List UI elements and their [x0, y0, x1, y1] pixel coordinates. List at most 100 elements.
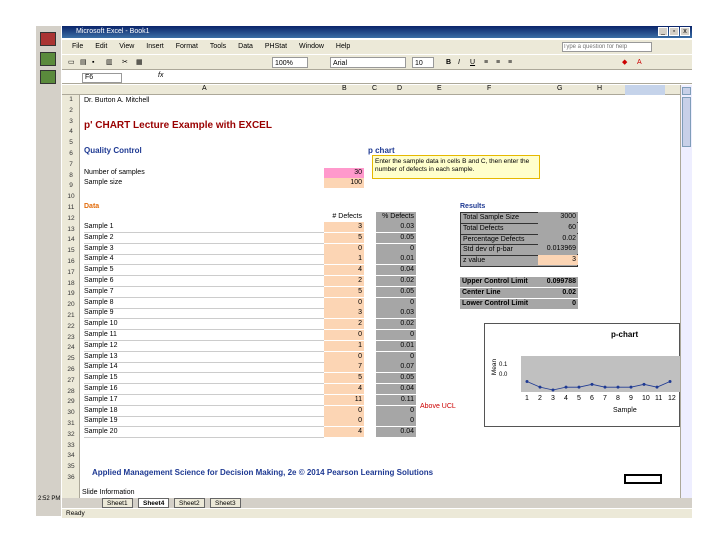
row-header[interactable]: 18: [62, 280, 80, 287]
sample-name-cell[interactable]: Sample 8: [84, 298, 324, 309]
active-cell[interactable]: [624, 474, 662, 484]
menu-phstat[interactable]: PHStat: [265, 43, 287, 50]
row-header[interactable]: 17: [62, 269, 80, 276]
sample-fraction-cell[interactable]: 0.07: [376, 362, 416, 373]
sample-name-cell[interactable]: Sample 17: [84, 395, 324, 406]
menu-file[interactable]: File: [72, 43, 83, 50]
sample-name-cell[interactable]: Sample 9: [84, 308, 324, 320]
sample-defects-cell[interactable]: 11: [324, 394, 364, 405]
sample-name-cell[interactable]: Sample 18: [84, 406, 324, 417]
menu-insert[interactable]: Insert: [146, 43, 164, 50]
sample-name-cell[interactable]: Sample 2: [84, 233, 324, 244]
sample-defects-cell[interactable]: 0: [324, 243, 364, 254]
row-header[interactable]: 24: [62, 344, 80, 351]
sample-defects-cell[interactable]: 1: [324, 340, 364, 351]
row-header[interactable]: 13: [62, 226, 80, 233]
sample-defects-cell[interactable]: 5: [324, 373, 364, 384]
row-header[interactable]: 3: [62, 118, 80, 125]
sample-defects-cell[interactable]: 2: [324, 319, 364, 330]
bold-button[interactable]: B: [446, 57, 451, 68]
row-header[interactable]: 7: [62, 161, 80, 168]
name-box[interactable]: F6: [82, 73, 122, 83]
sample-name-cell[interactable]: Sample 19: [84, 416, 324, 428]
row-header[interactable]: 11: [62, 204, 80, 211]
section-label[interactable]: Quality Control: [84, 146, 142, 156]
limit-value-cell[interactable]: 0.02: [538, 287, 578, 298]
help-search-input[interactable]: [562, 42, 652, 52]
row-header[interactable]: 25: [62, 355, 80, 362]
result-value-cell[interactable]: 0.02: [538, 233, 578, 244]
menu-view[interactable]: View: [119, 43, 134, 50]
sheet-title[interactable]: p' CHART Lecture Example with EXCEL: [84, 121, 272, 131]
row-header[interactable]: 9: [62, 182, 80, 189]
align-left-icon[interactable]: ≡: [484, 57, 488, 68]
font-size-select[interactable]: 10: [412, 57, 434, 68]
sample-defects-cell[interactable]: 3: [324, 222, 364, 232]
sample-fraction-cell[interactable]: 0.04: [376, 265, 416, 276]
align-center-icon[interactable]: ≡: [496, 57, 500, 68]
menu-edit[interactable]: Edit: [95, 43, 107, 50]
row-header[interactable]: 30: [62, 409, 80, 416]
menu-data[interactable]: Data: [238, 43, 253, 50]
minimize-button[interactable]: _: [658, 27, 668, 36]
sample-name-cell[interactable]: Sample 1: [84, 222, 324, 233]
sample-defects-cell[interactable]: 0: [324, 416, 364, 427]
font-select[interactable]: Arial: [330, 57, 406, 68]
row-header[interactable]: 28: [62, 388, 80, 395]
fx-icon[interactable]: fx: [158, 72, 163, 79]
footer-cell[interactable]: Slide Information: [82, 488, 135, 498]
sample-fraction-cell[interactable]: 0.04: [376, 384, 416, 394]
sample-name-cell[interactable]: Sample 12: [84, 341, 324, 352]
result-value-cell[interactable]: 3: [538, 255, 578, 266]
row-header[interactable]: 31: [62, 420, 80, 427]
scroll-up-icon[interactable]: [682, 87, 691, 95]
row-header[interactable]: 21: [62, 312, 80, 319]
excel-icon[interactable]: [40, 52, 56, 66]
sample-name-cell[interactable]: Sample 16: [84, 384, 324, 395]
sample-defects-cell[interactable]: 4: [324, 427, 364, 438]
num-samples-label[interactable]: Number of samples: [84, 168, 145, 178]
row-header[interactable]: 32: [62, 431, 80, 438]
p-chart[interactable]: p-chart Mean 0.1 0.0 1 2 3 4 5 6 7 8 9 10 11 12 Sam…: [484, 323, 681, 427]
row-header[interactable]: 23: [62, 334, 80, 341]
sample-name-cell[interactable]: Sample 15: [84, 373, 324, 385]
row-header[interactable]: 19: [62, 290, 80, 297]
cut-icon[interactable]: ✂: [122, 57, 128, 68]
font-color-icon[interactable]: A: [637, 57, 642, 68]
sample-fraction-cell[interactable]: 0: [376, 330, 416, 340]
row-header[interactable]: 33: [62, 442, 80, 449]
row-header[interactable]: 10: [62, 193, 80, 200]
sample-defects-cell[interactable]: 4: [324, 265, 364, 276]
sample-size-label[interactable]: Sample size: [84, 178, 122, 188]
row-header[interactable]: 6: [62, 150, 80, 157]
sample-fraction-cell[interactable]: 0.05: [376, 232, 416, 243]
sample-fraction-cell[interactable]: 0.02: [376, 276, 416, 286]
maximize-button[interactable]: ▫: [669, 27, 679, 36]
row-header[interactable]: 20: [62, 301, 80, 308]
result-value-cell[interactable]: 0.013969: [538, 244, 578, 255]
results-label[interactable]: Results: [460, 202, 485, 212]
sample-fraction-cell[interactable]: 0.11: [376, 394, 416, 405]
row-header[interactable]: 36: [62, 474, 80, 481]
underline-button[interactable]: U: [470, 57, 475, 68]
result-value-cell[interactable]: 60: [538, 222, 578, 233]
sample-fraction-cell[interactable]: 0.01: [376, 254, 416, 265]
data-label[interactable]: Data: [84, 202, 99, 212]
sample-defects-cell[interactable]: 7: [324, 362, 364, 373]
new-icon[interactable]: ▭: [68, 57, 75, 68]
excel-window-icon[interactable]: [40, 70, 56, 84]
col-c[interactable]: C: [372, 85, 377, 92]
sample-fraction-cell[interactable]: 0.02: [376, 319, 416, 330]
paste-icon[interactable]: ▦: [136, 57, 143, 68]
sample-fraction-cell[interactable]: 0.05: [376, 286, 416, 297]
sample-defects-cell[interactable]: 4: [324, 384, 364, 394]
sample-defects-cell[interactable]: 0: [324, 330, 364, 340]
row-header[interactable]: 8: [62, 172, 80, 179]
vertical-scrollbar[interactable]: [680, 85, 692, 498]
col-g[interactable]: G: [557, 85, 562, 92]
col-h[interactable]: H: [597, 85, 602, 92]
sample-defects-cell[interactable]: 5: [324, 286, 364, 297]
sample-name-cell[interactable]: Sample 3: [84, 244, 324, 255]
sample-fraction-cell[interactable]: 0: [376, 351, 416, 362]
tab-sheet3[interactable]: Sheet3: [210, 498, 241, 508]
